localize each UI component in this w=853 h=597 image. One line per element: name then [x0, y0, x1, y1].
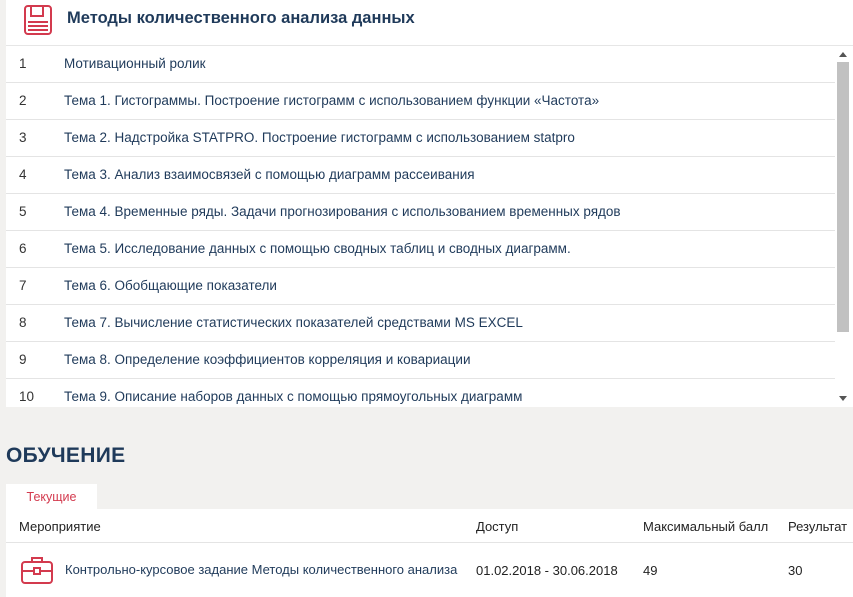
result-value: 30: [788, 563, 803, 578]
lesson-row[interactable]: 6 Тема 5. Исследование данных с помощью …: [6, 231, 835, 268]
briefcase-icon: [21, 557, 53, 584]
lesson-number: 9: [19, 352, 27, 367]
lesson-number: 8: [19, 315, 27, 330]
lesson-row[interactable]: 10 Тема 9. Описание наборов данных с пом…: [6, 379, 835, 407]
scroll-down-arrow-icon[interactable]: [839, 396, 847, 401]
lesson-link[interactable]: Тема 9. Описание наборов данных с помощь…: [64, 389, 522, 404]
lesson-number: 2: [19, 93, 27, 108]
column-header-result: Результат: [788, 519, 848, 534]
event-link[interactable]: Контрольно-курсовое задание Методы колич…: [65, 562, 457, 577]
lesson-row[interactable]: 8 Тема 7. Вычисление статистических пока…: [6, 305, 835, 342]
scroll-thumb[interactable]: [837, 62, 849, 332]
lesson-row[interactable]: 5 Тема 4. Временные ряды. Задачи прогноз…: [6, 194, 835, 231]
max-score-value: 49: [643, 563, 658, 578]
table-row: Контрольно-курсовое задание Методы колич…: [6, 543, 853, 597]
course-card: Методы количественного анализа данных 1 …: [6, 0, 853, 407]
lesson-row[interactable]: 9 Тема 8. Определение коэффициентов корр…: [6, 342, 835, 379]
lesson-link[interactable]: Тема 2. Надстройка STATPRO. Построение г…: [64, 130, 575, 145]
lessons-list: 1 Мотивационный ролик 2 Тема 1. Гистогра…: [6, 46, 853, 407]
lesson-number: 7: [19, 278, 27, 293]
lesson-link[interactable]: Тема 3. Анализ взаимосвязей с помощью ди…: [64, 167, 475, 182]
access-dates: 01.02.2018 - 30.06.2018: [476, 563, 618, 578]
table-header: Мероприятие Доступ Максимальный балл Рез…: [6, 509, 853, 543]
lesson-row[interactable]: 4 Тема 3. Анализ взаимосвязей с помощью …: [6, 157, 835, 194]
course-header: Методы количественного анализа данных: [6, 0, 853, 46]
lesson-link[interactable]: Тема 8. Определение коэффициентов коррел…: [64, 352, 470, 367]
lesson-link[interactable]: Тема 1. Гистограммы. Построение гистогра…: [64, 93, 599, 108]
lesson-number: 5: [19, 204, 27, 219]
scroll-up-arrow-icon[interactable]: [839, 52, 847, 57]
course-title: Методы количественного анализа данных: [67, 9, 415, 27]
column-header-max-score: Максимальный балл: [643, 519, 769, 534]
lesson-row[interactable]: 7 Тема 6. Обобщающие показатели: [6, 268, 835, 305]
tab-current[interactable]: Текущие: [6, 484, 97, 509]
book-icon: [24, 5, 52, 35]
lesson-row[interactable]: 3 Тема 2. Надстройка STATPRO. Построение…: [6, 120, 835, 157]
lesson-link[interactable]: Тема 6. Обобщающие показатели: [64, 278, 277, 293]
lesson-link[interactable]: Тема 5. Исследование данных с помощью св…: [64, 241, 571, 256]
lesson-link[interactable]: Тема 4. Временные ряды. Задачи прогнозир…: [64, 204, 621, 219]
learning-table: Мероприятие Доступ Максимальный балл Рез…: [6, 509, 853, 597]
section-title: ОБУЧЕНИЕ: [6, 444, 126, 467]
column-header-event: Мероприятие: [19, 519, 101, 534]
lesson-number: 3: [19, 130, 27, 145]
lesson-number: 1: [19, 56, 27, 71]
lesson-row[interactable]: 1 Мотивационный ролик: [6, 46, 835, 83]
lesson-number: 10: [19, 389, 35, 404]
lesson-number: 4: [19, 167, 27, 182]
lesson-row[interactable]: 2 Тема 1. Гистограммы. Построение гистог…: [6, 83, 835, 120]
column-header-access: Доступ: [476, 519, 519, 534]
lesson-link[interactable]: Тема 7. Вычисление статистических показа…: [64, 315, 523, 330]
lesson-number: 6: [19, 241, 27, 256]
lesson-link[interactable]: Мотивационный ролик: [64, 56, 206, 71]
lessons-scrollbar[interactable]: [837, 46, 849, 407]
